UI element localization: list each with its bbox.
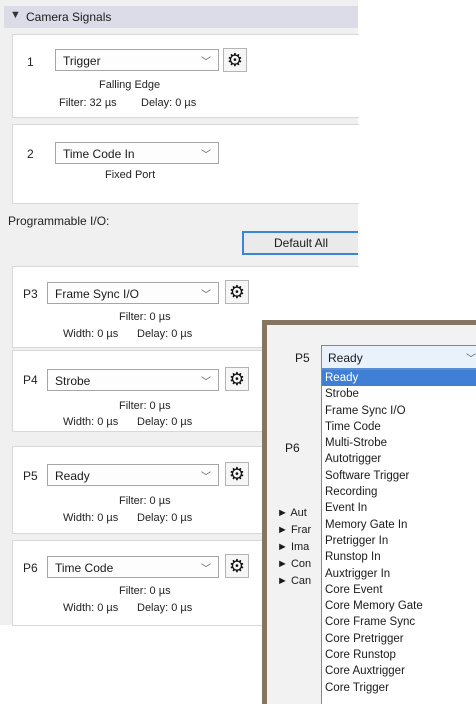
popup-selected-value: Ready (328, 351, 363, 365)
port-p6-dropdown[interactable]: Time Code ﹀ (47, 556, 219, 578)
tree-item[interactable]: ► Frar (277, 524, 311, 541)
signal-2-dropdown[interactable]: Time Code In ﹀ (55, 142, 219, 164)
port-p5-gear-icon[interactable]: ⚙ (225, 462, 249, 486)
signal-1-value: Trigger (63, 54, 101, 68)
chevron-down-icon: ﹀ (201, 564, 211, 575)
port-p4-number: P4 (23, 373, 38, 387)
port-p3-dropdown[interactable]: Frame Sync I/O ﹀ (47, 282, 219, 304)
signal-1-dropdown[interactable]: Trigger ﹀ (55, 49, 219, 71)
port-p5-delay: Delay: 0 µs (137, 512, 193, 524)
port-p5-width: Width: 0 µs (63, 512, 119, 524)
option-auxtrigger-in[interactable]: Auxtrigger In (322, 566, 476, 582)
port-p3-gear-icon[interactable]: ⚙ (225, 280, 249, 304)
expand-arrow-icon: ► (277, 524, 288, 536)
signal-1-mode: Falling Edge (99, 79, 161, 91)
chevron-down-icon: ﹀ (201, 377, 211, 388)
chevron-down-icon: ﹀ (201, 472, 211, 483)
port-p6-value: Time Code (55, 561, 114, 575)
port-p4-dropdown[interactable]: Strobe ﹀ (47, 369, 219, 391)
default-all-button[interactable]: Default All (242, 231, 358, 255)
signal-2-card: 2 Time Code In ﹀ Fixed Port (12, 124, 359, 204)
port-p6-width: Width: 0 µs (63, 602, 119, 614)
option-ready[interactable]: Ready (322, 370, 476, 387)
option-strobe[interactable]: Strobe (322, 386, 476, 402)
option-core-auxtrigger[interactable]: Core Auxtrigger (322, 663, 476, 679)
expand-arrow-icon: ► (277, 541, 288, 553)
popup-p5-dropdown[interactable]: Ready ﹀ (321, 345, 476, 369)
tree-item[interactable]: ► Ima (277, 541, 311, 558)
expand-arrow-icon: ► (277, 575, 288, 587)
option-runstop-in[interactable]: Runstop In (322, 549, 476, 565)
port-p4-delay: Delay: 0 µs (137, 416, 193, 428)
signal-2-value: Time Code In (63, 147, 135, 161)
port-p3-delay: Delay: 0 µs (137, 328, 193, 340)
chevron-down-icon: ﹀ (201, 150, 211, 161)
expand-arrow-icon: ► (277, 507, 288, 519)
option-frame-sync-io[interactable]: Frame Sync I/O (322, 403, 476, 419)
option-pretrigger-in[interactable]: Pretrigger In (322, 533, 476, 549)
port-p5-filter: Filter: 0 µs (119, 495, 171, 507)
option-core-runstop[interactable]: Core Runstop (322, 647, 476, 663)
option-recording[interactable]: Recording (322, 484, 476, 500)
port-p5-value: Ready (55, 469, 90, 483)
signal-1-delay: Delay: 0 µs (141, 97, 197, 109)
port-p6-number: P6 (23, 561, 38, 575)
option-multi-strobe[interactable]: Multi-Strobe (322, 435, 476, 451)
signal-1-filter: Filter: 32 µs (59, 97, 117, 109)
tree-item[interactable]: ► Aut (277, 507, 311, 524)
chevron-down-icon: ﹀ (201, 57, 211, 68)
option-core-event[interactable]: Core Event (322, 582, 476, 598)
port-p5-number: P5 (23, 469, 38, 483)
chevron-down-icon: ﹀ (466, 354, 476, 365)
port-p5-dropdown[interactable]: Ready ﹀ (47, 464, 219, 486)
dropdown-inset-frame: P5 P6 Ready ﹀ ► Aut ► Frar ► Ima ► Con ►… (262, 320, 476, 704)
port-p4-value: Strobe (55, 374, 91, 388)
port-p4-gear-icon[interactable]: ⚙ (225, 367, 249, 391)
tree-item[interactable]: ► Can (277, 575, 311, 592)
port-p3-filter: Filter: 0 µs (119, 311, 171, 323)
collapse-triangle-icon[interactable]: ▼ (10, 9, 21, 21)
option-autotrigger[interactable]: Autotrigger (322, 451, 476, 467)
option-core-memory-gate[interactable]: Core Memory Gate (322, 598, 476, 614)
option-memory-gate-in[interactable]: Memory Gate In (322, 517, 476, 533)
chevron-down-icon: ﹀ (201, 290, 211, 301)
dropdown-options-list: Ready Strobe Frame Sync I/O Time Code Mu… (321, 369, 476, 704)
port-p6-gear-icon[interactable]: ⚙ (225, 554, 249, 578)
programmable-io-label: Programmable I/O: (8, 214, 110, 228)
port-p3-value: Frame Sync I/O (55, 287, 140, 301)
signal-2-number: 2 (27, 147, 34, 161)
signal-1-gear-icon[interactable]: ⚙ (223, 48, 247, 72)
port-p4-width: Width: 0 µs (63, 416, 119, 428)
tree-list: ► Aut ► Frar ► Ima ► Con ► Can (277, 507, 311, 592)
option-core-frame-sync[interactable]: Core Frame Sync (322, 614, 476, 630)
port-p6-filter: Filter: 0 µs (119, 585, 171, 597)
popup-port-p6-label: P6 (285, 441, 300, 455)
option-core-pretrigger[interactable]: Core Pretrigger (322, 631, 476, 647)
camera-signals-header[interactable]: ▼ Camera Signals (4, 6, 358, 28)
port-p6-delay: Delay: 0 µs (137, 602, 193, 614)
section-title: Camera Signals (26, 10, 112, 24)
port-p4-filter: Filter: 0 µs (119, 400, 171, 412)
popup-port-p5-label: P5 (295, 351, 310, 365)
signal-1-number: 1 (27, 55, 34, 69)
port-p3-width: Width: 0 µs (63, 328, 119, 340)
port-p3-number: P3 (23, 287, 38, 301)
option-software-trigger[interactable]: Software Trigger (322, 468, 476, 484)
option-core-trigger[interactable]: Core Trigger (322, 680, 476, 696)
signal-2-mode: Fixed Port (105, 169, 156, 181)
option-event-in[interactable]: Event In (322, 500, 476, 516)
expand-arrow-icon: ► (277, 558, 288, 570)
tree-item[interactable]: ► Con (277, 558, 311, 575)
signal-1-card: 1 Trigger ﹀ ⚙ Falling Edge Filter: 32 µs… (12, 34, 359, 118)
option-time-code[interactable]: Time Code (322, 419, 476, 435)
